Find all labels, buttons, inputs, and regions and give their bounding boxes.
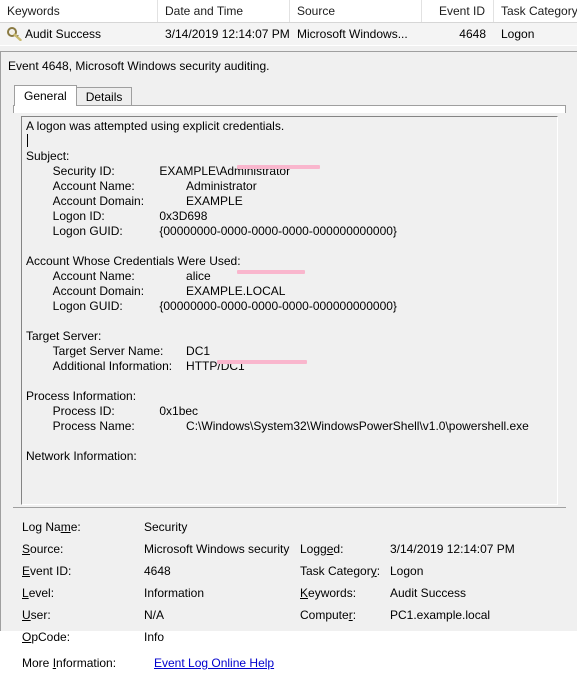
tab-details[interactable]: Details [75, 87, 133, 106]
label-task-category: Task Category: [300, 564, 381, 578]
column-header-keywords[interactable]: Keywords [0, 0, 158, 22]
info-row-event-id: Event ID: 4648 Task Category: Logon [13, 560, 566, 582]
cell-keywords[interactable]: Audit Success [0, 23, 158, 45]
label-source: Source: [22, 542, 64, 556]
label-more-information: More Information: [22, 656, 117, 670]
label-log-name: Log Name: [22, 520, 81, 534]
table-row[interactable]: Audit Success 3/14/2019 12:14:07 PM Micr… [0, 23, 577, 46]
value-computer: PC1.example.local [390, 608, 491, 622]
value-log-name: Security [144, 520, 188, 534]
value-keywords: Audit Success [390, 586, 467, 600]
column-header-event-id[interactable]: Event ID [422, 0, 494, 22]
value-task-category: Logon [390, 564, 424, 578]
value-source: Microsoft Windows security [144, 542, 290, 556]
event-log-online-help-link[interactable]: Event Log Online Help [154, 652, 274, 674]
detail-splitter[interactable] [13, 507, 566, 513]
event-detail-panel: Event 4648, Microsoft Windows security a… [0, 52, 577, 670]
column-header-date-and-time[interactable]: Date and Time [158, 0, 290, 22]
column-header-source[interactable]: Source [290, 0, 422, 22]
info-row-opcode: OpCode: Info [13, 626, 566, 648]
value-logged: 3/14/2019 12:14:07 PM [390, 542, 515, 556]
value-event-id: 4648 [144, 564, 171, 578]
label-level: Level: [22, 586, 55, 600]
event-list[interactable]: Keywords Date and Time Source Event ID T… [0, 0, 577, 46]
label-opcode: OpCode: [22, 630, 71, 644]
value-user: N/A [144, 608, 165, 622]
cell-keywords-label: Audit Success [25, 27, 102, 41]
info-row-more-information: More Information: Event Log Online Help [13, 652, 566, 674]
info-row-source: Source: Microsoft Windows security Logge… [13, 538, 566, 560]
event-description-scrollpane[interactable]: A logon was attempted using explicit cre… [21, 116, 558, 505]
label-event-id: Event ID: [22, 564, 72, 578]
info-row-log-name: Log Name: Security [13, 516, 566, 538]
text-caret [27, 134, 28, 147]
label-user: User: [22, 608, 51, 622]
detail-tabstrip: General Details [14, 85, 133, 106]
event-description-text[interactable]: A logon was attempted using explicit cre… [26, 119, 557, 464]
label-computer: Computer: [300, 608, 357, 622]
cell-task-category[interactable]: Logon [494, 23, 577, 45]
list-splitter[interactable] [0, 45, 577, 52]
event-detail-title: Event 4648, Microsoft Windows security a… [8, 59, 270, 73]
label-logged: Logged: [300, 542, 344, 556]
info-row-level: Level: Information Keywords: Audit Succe… [13, 582, 566, 604]
label-keywords: Keywords: [300, 586, 357, 600]
tab-page-general [13, 105, 566, 113]
value-opcode: Info [144, 630, 165, 644]
value-level: Information [144, 586, 205, 600]
info-row-user: User: N/A Computer: PC1.example.local [13, 604, 566, 626]
cell-event-id[interactable]: 4648 [422, 23, 494, 45]
event-info-grid: Log Name: Security Source: Microsoft Win… [13, 516, 566, 670]
tab-general[interactable]: General [14, 85, 77, 106]
column-header-task-category[interactable]: Task Category [494, 0, 577, 22]
cell-source[interactable]: Microsoft Windows... [290, 23, 422, 45]
key-icon [7, 26, 23, 42]
event-list-header: Keywords Date and Time Source Event ID T… [0, 0, 577, 23]
cell-date-and-time[interactable]: 3/14/2019 12:14:07 PM [158, 23, 290, 45]
